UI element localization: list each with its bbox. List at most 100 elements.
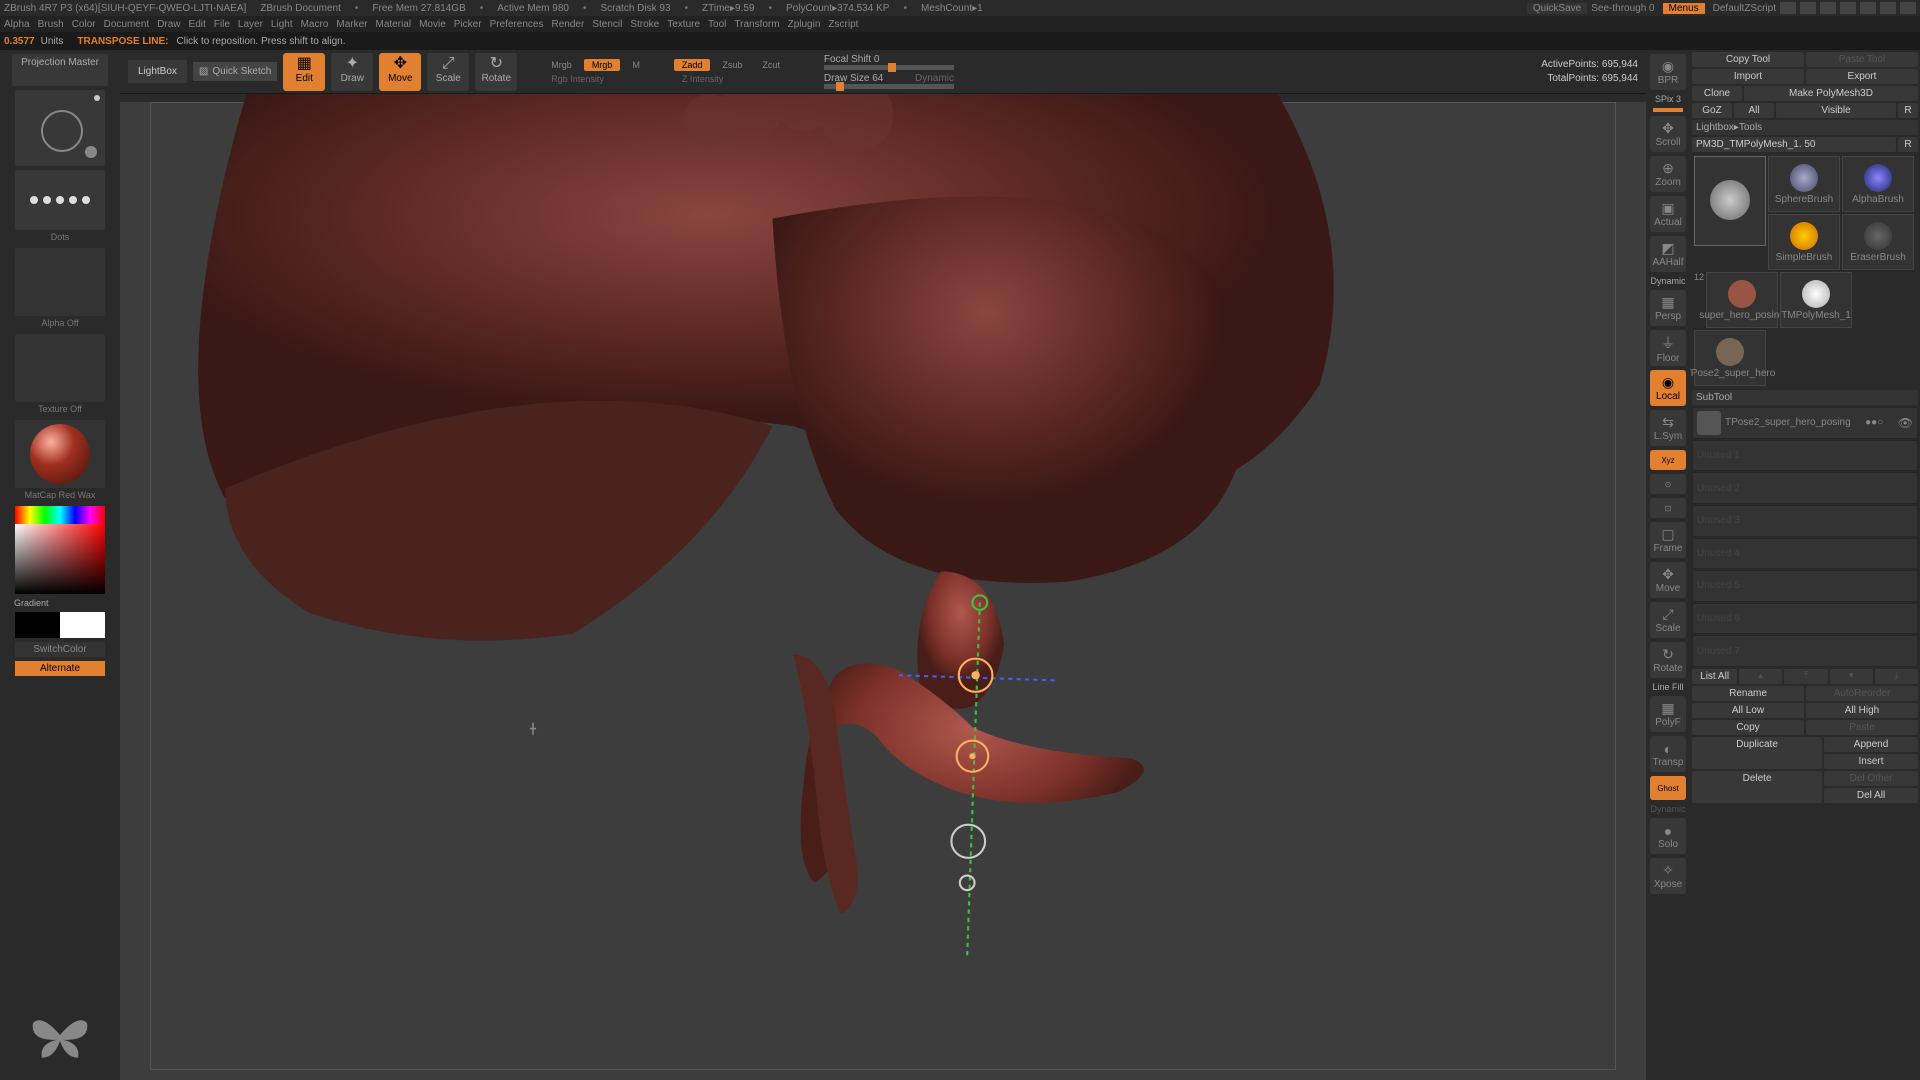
persp-button[interactable]: ▦Persp — [1650, 290, 1686, 326]
frame-button[interactable]: ▢Frame — [1650, 522, 1686, 558]
menu-preferences[interactable]: Preferences — [490, 19, 544, 30]
aahalf-button[interactable]: ◩AAHalf — [1650, 236, 1686, 272]
polyf-button[interactable]: ▦PolyF — [1650, 696, 1686, 732]
tool-item-active[interactable] — [1694, 156, 1766, 246]
goz-all-button[interactable]: All — [1734, 103, 1774, 118]
focal-shift-slider[interactable] — [824, 65, 954, 70]
spix-slider[interactable] — [1653, 108, 1683, 112]
menu-edit[interactable]: Edit — [189, 19, 206, 30]
alpha-selector[interactable] — [15, 248, 105, 316]
subtool-row[interactable]: Unused 7 — [1692, 635, 1918, 667]
visibility-icon[interactable]: 👁 — [1898, 416, 1913, 430]
tool-item[interactable]: SimpleBrush — [1768, 214, 1840, 270]
arrow-down-button[interactable]: ▾ — [1830, 669, 1873, 684]
paste-tool-button[interactable]: Paste Tool — [1806, 52, 1918, 67]
arrow-up-button[interactable]: ▴ — [1739, 669, 1782, 684]
blank-button[interactable]: ⊙ — [1650, 474, 1686, 494]
list-all-button[interactable]: List All — [1692, 669, 1737, 684]
del-other-button[interactable]: Del Other — [1824, 771, 1918, 786]
tool-item[interactable]: SphereBrush — [1768, 156, 1840, 212]
lightbox-tools-header[interactable]: Lightbox▸Tools — [1692, 120, 1918, 135]
move-view-button[interactable]: ✥Move — [1650, 562, 1686, 598]
menu-render[interactable]: Render — [552, 19, 585, 30]
quicksave-button[interactable]: QuickSave — [1527, 3, 1587, 14]
xyz-button[interactable]: Xyz — [1650, 450, 1686, 470]
canvas[interactable]: ╋ — [120, 94, 1646, 1080]
menu-transform[interactable]: Transform — [734, 19, 779, 30]
duplicate-button[interactable]: Duplicate — [1692, 737, 1822, 769]
lsym-button[interactable]: ⇆L.Sym — [1650, 410, 1686, 446]
color-swatches[interactable] — [15, 612, 105, 638]
scale-mode-button[interactable]: ⤢Scale — [427, 53, 469, 91]
rename-button[interactable]: Rename — [1692, 686, 1804, 701]
spix-label[interactable]: SPix 3 — [1655, 94, 1681, 104]
z-intensity-slider[interactable]: Z Intensity — [674, 73, 788, 85]
color-picker[interactable] — [15, 506, 105, 594]
tool-item[interactable]: TPose2_super_hero — [1694, 330, 1766, 386]
copy-tool-button[interactable]: Copy Tool — [1692, 52, 1804, 67]
blank-button-2[interactable]: ⊡ — [1650, 498, 1686, 518]
tool-item[interactable]: super_hero_posing — [1706, 272, 1778, 328]
tool-item[interactable]: AlphaBrush — [1842, 156, 1914, 212]
solo-button[interactable]: ●Solo — [1650, 818, 1686, 854]
menu-macro[interactable]: Macro — [301, 19, 329, 30]
seethrough-slider[interactable]: See-through 0 — [1591, 3, 1654, 14]
del-all-button[interactable]: Del All — [1824, 788, 1918, 803]
draw-size-slider[interactable] — [824, 84, 954, 89]
swatch-white[interactable] — [60, 612, 105, 638]
paste-subtool-button[interactable]: Paste — [1806, 720, 1918, 735]
move-mode-button[interactable]: ✥Move — [379, 53, 421, 91]
all-high-button[interactable]: All High — [1806, 703, 1918, 718]
mrgb2-toggle[interactable]: Mrgb — [584, 59, 621, 71]
swatch-black[interactable] — [15, 612, 60, 638]
menu-stroke[interactable]: Stroke — [630, 19, 659, 30]
tool-item[interactable]: TMPolyMesh_1 — [1780, 272, 1852, 328]
menu-brush[interactable]: Brush — [38, 19, 64, 30]
tool-r-button[interactable]: R — [1898, 137, 1918, 152]
arrow-down2-button[interactable]: ⤓ — [1875, 669, 1918, 684]
draw-mode-button[interactable]: ✦Draw — [331, 53, 373, 91]
projection-master-button[interactable]: Projection Master — [12, 54, 108, 86]
window-icon[interactable] — [1780, 2, 1796, 14]
m-toggle[interactable]: M — [624, 59, 648, 71]
menu-texture[interactable]: Texture — [667, 19, 700, 30]
tool-item[interactable]: EraserBrush — [1842, 214, 1914, 270]
rotate-mode-button[interactable]: ↻Rotate — [475, 53, 517, 91]
zsub-toggle[interactable]: Zsub — [714, 59, 750, 71]
texture-selector[interactable] — [15, 334, 105, 402]
window-icon[interactable] — [1800, 2, 1816, 14]
edit-mode-button[interactable]: ▦Edit — [283, 53, 325, 91]
gradient-label[interactable]: Gradient — [14, 598, 49, 608]
subtool-row[interactable]: Unused 4 — [1692, 538, 1918, 570]
stroke-selector[interactable] — [15, 170, 105, 230]
menu-material[interactable]: Material — [376, 19, 412, 30]
switchcolor-button[interactable]: SwitchColor — [15, 642, 105, 657]
ghost-button[interactable]: Ghost — [1650, 776, 1686, 800]
goz-visible-button[interactable]: Visible — [1776, 103, 1896, 118]
menu-light[interactable]: Light — [271, 19, 293, 30]
subtool-row[interactable]: Unused 6 — [1692, 603, 1918, 635]
maximize-icon[interactable] — [1880, 2, 1896, 14]
close-icon[interactable] — [1900, 2, 1916, 14]
transp-button[interactable]: ◐Transp — [1650, 736, 1686, 772]
xpose-button[interactable]: ✧Xpose — [1650, 858, 1686, 894]
goz-button[interactable]: GoZ — [1692, 103, 1732, 118]
window-icon[interactable] — [1840, 2, 1856, 14]
make-polymesh-button[interactable]: Make PolyMesh3D — [1744, 86, 1918, 101]
scale-view-button[interactable]: ⤢Scale — [1650, 602, 1686, 638]
default-script[interactable]: DefaultZScript — [1713, 3, 1776, 14]
import-button[interactable]: Import — [1692, 69, 1804, 84]
menu-alpha[interactable]: Alpha — [4, 19, 30, 30]
all-low-button[interactable]: All Low — [1692, 703, 1804, 718]
autoreorder-button[interactable]: AutoReorder — [1806, 686, 1918, 701]
subtool-row[interactable]: Unused 5 — [1692, 570, 1918, 602]
hue-strip[interactable] — [15, 506, 105, 524]
zadd-toggle[interactable]: Zadd — [674, 59, 711, 71]
current-tool[interactable]: PM3D_TMPolyMesh_1. 50 — [1692, 137, 1896, 152]
zoom-button[interactable]: ⊕Zoom — [1650, 156, 1686, 192]
subtool-header[interactable]: SubTool — [1692, 390, 1918, 405]
subtool-row-active[interactable]: TPose2_super_hero_posing ●●○ 👁 — [1692, 407, 1918, 439]
menu-draw[interactable]: Draw — [157, 19, 180, 30]
alternate-button[interactable]: Alternate — [15, 661, 105, 676]
menu-stencil[interactable]: Stencil — [592, 19, 622, 30]
